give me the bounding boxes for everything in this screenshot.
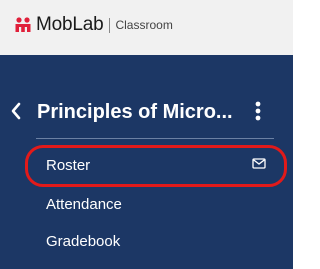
kebab-menu-icon[interactable] [250, 100, 266, 122]
top-bar: MobLab Classroom [0, 0, 293, 55]
sidebar-item-roster[interactable]: Roster [46, 157, 90, 174]
chevron-left-icon[interactable] [9, 101, 23, 121]
brand-name: MobLab [36, 14, 104, 35]
course-header: Principles of Micro... [0, 87, 293, 137]
sidebar-item-attendance[interactable]: Attendance [46, 196, 122, 213]
header-divider [36, 138, 274, 139]
product-name: Classroom [115, 18, 173, 32]
course-sidebar: Principles of Micro... Roster Attendance… [0, 55, 293, 269]
mail-icon [252, 158, 266, 169]
moblab-logo[interactable]: MobLab Classroom [14, 14, 173, 36]
moblab-logo-icon [15, 17, 31, 32]
course-title: Principles of Micro... [37, 101, 233, 123]
brand-divider [109, 17, 111, 33]
sidebar-item-gradebook[interactable]: Gradebook [46, 233, 120, 250]
